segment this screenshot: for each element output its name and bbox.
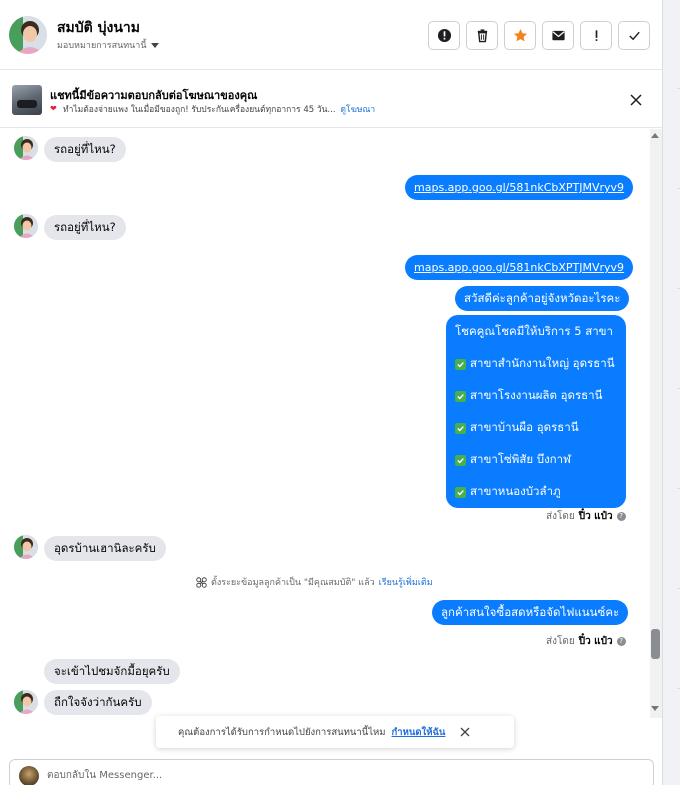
outgoing-message-link[interactable]: maps.app.goo.gl/581nkCbXPTJMVryv9 bbox=[405, 255, 634, 280]
envelope-icon bbox=[551, 30, 565, 41]
heart-icon: ❤ bbox=[50, 104, 57, 113]
assign-to-me-link[interactable]: กำหนดให้ฉัน bbox=[392, 725, 446, 740]
system-note-text: ตั้งระยะข้อมูลลูกค้าเป็น "มีคุณสมบัติ" แ… bbox=[211, 578, 375, 588]
alert-circle-icon bbox=[437, 28, 451, 43]
check-mark-icon bbox=[455, 390, 466, 402]
sent-by-label: ส่งโดย ปิ๋ว แป๋ว ? bbox=[546, 509, 626, 524]
branch-item: สาขาหนองบัวลำภู bbox=[455, 484, 616, 500]
incoming-message[interactable]: อุดรบ้านเฮานิละครับ bbox=[44, 536, 166, 561]
qualified-lead-icon bbox=[196, 576, 207, 588]
incoming-message[interactable]: รถอยู่ที่ไหน? bbox=[44, 137, 126, 162]
assign-toast: คุณต้องการได้รับการกำหนดไปยังการสนทนานี้… bbox=[156, 716, 514, 748]
close-icon bbox=[630, 94, 642, 106]
ad-description-text: ทำไมต้องจ่ายแพง ในเมื่อมีของถูก! รับประก… bbox=[63, 105, 336, 115]
delete-button[interactable] bbox=[466, 21, 498, 50]
scroll-down-arrow-icon[interactable] bbox=[651, 706, 659, 711]
help-icon[interactable]: ? bbox=[616, 637, 626, 646]
branch-item: สาขาโรงงานผลิต อุดรธานี bbox=[455, 388, 616, 404]
check-mark-icon bbox=[455, 358, 466, 370]
contact-avatar[interactable] bbox=[9, 16, 47, 54]
toast-text: คุณต้องการได้รับการกำหนดไปยังการสนทนานี้… bbox=[178, 726, 386, 738]
star-icon bbox=[513, 28, 527, 42]
branch-item: สาขาโซ่พิสัย บึงกาฬ bbox=[455, 452, 616, 468]
close-ad-banner-button[interactable] bbox=[627, 91, 645, 109]
outgoing-message[interactable]: สวัสดีค่ะลูกค้าอยู่จังหวัดอะไรคะ bbox=[455, 286, 630, 311]
scroll-up-arrow-icon[interactable] bbox=[651, 133, 659, 138]
ad-thumbnail[interactable] bbox=[12, 85, 42, 115]
scrollbar-thumb[interactable] bbox=[651, 629, 660, 659]
branch-label: สาขาหนองบัวลำภู bbox=[470, 484, 561, 498]
learn-more-link[interactable]: เรียนรู้เพิ่มเติม bbox=[379, 575, 433, 589]
sent-by-label: ส่งโดย ปิ๋ว แป๋ว ? bbox=[546, 634, 626, 649]
close-icon bbox=[460, 727, 470, 737]
branch-label: สาขาบ้านผือ อุดรธานี bbox=[470, 420, 579, 434]
branch-item: สาขาบ้านผือ อุดรธานี bbox=[455, 420, 616, 436]
chevron-down-icon bbox=[150, 42, 159, 48]
branch-label: สาขาโรงงานผลิต อุดรธานี bbox=[470, 388, 603, 402]
avatar[interactable] bbox=[14, 136, 38, 160]
star-button[interactable] bbox=[504, 21, 536, 50]
view-ad-link[interactable]: ดูโฆษณา bbox=[341, 102, 376, 116]
reply-composer bbox=[9, 759, 654, 785]
sender-name[interactable]: ปิ๋ว แป๋ว bbox=[579, 509, 613, 524]
ad-banner-description: ❤ ทำไมต้องจ่ายแพง ในเมื่อมีของถูก! รับปร… bbox=[50, 102, 375, 116]
avatar[interactable] bbox=[14, 535, 38, 559]
incoming-message[interactable]: ถืกใจจังว่ากันครับ bbox=[44, 690, 152, 715]
avatar[interactable] bbox=[14, 690, 38, 714]
done-button[interactable] bbox=[618, 21, 650, 50]
alert-button[interactable] bbox=[428, 21, 460, 50]
mark-unread-button[interactable] bbox=[542, 21, 574, 50]
check-icon bbox=[628, 31, 640, 41]
help-icon[interactable]: ? bbox=[616, 512, 626, 521]
check-mark-icon bbox=[455, 454, 466, 466]
branches-title: โชคคูณโชคมีให้บริการ 5 สาขา bbox=[455, 324, 613, 338]
sender-name[interactable]: ปิ๋ว แป๋ว bbox=[579, 634, 613, 649]
right-panel-edge bbox=[662, 0, 680, 785]
conversation-header: สมบัติ บุ่งนาม มอบหมายการสนทนานี้ bbox=[0, 0, 662, 70]
system-note: ตั้งระยะข้อมูลลูกค้าเป็น "มีคุณสมบัติ" แ… bbox=[196, 575, 433, 589]
check-mark-icon bbox=[455, 422, 466, 434]
exclamation-icon bbox=[595, 30, 597, 41]
avatar[interactable] bbox=[14, 214, 38, 238]
page-avatar bbox=[19, 766, 39, 785]
follow-up-button[interactable] bbox=[580, 21, 612, 50]
contact-name[interactable]: สมบัติ บุ่งนาม bbox=[57, 17, 140, 39]
branch-label: สาขาสำนักงานใหญ่ อุดรธานี bbox=[470, 356, 615, 370]
check-mark-icon bbox=[455, 486, 466, 498]
incoming-message[interactable]: จะเข้าไปชมจักมื้อยุครับ bbox=[44, 659, 180, 684]
branch-item: สาขาสำนักงานใหญ่ อุดรธานี bbox=[455, 356, 616, 372]
trash-icon bbox=[477, 29, 487, 43]
incoming-message[interactable]: รถอยู่ที่ไหน? bbox=[44, 215, 126, 240]
close-toast-button[interactable] bbox=[459, 726, 471, 738]
sent-by-prefix: ส่งโดย bbox=[546, 511, 575, 522]
header-toolbar bbox=[428, 21, 650, 50]
outgoing-message-branches[interactable]: โชคคูณโชคมีให้บริการ 5 สาขา สาขาสำนักงาน… bbox=[446, 315, 626, 508]
outgoing-message-link[interactable]: maps.app.goo.gl/581nkCbXPTJMVryv9 bbox=[405, 175, 634, 200]
branch-label: สาขาโซ่พิสัย บึงกาฬ bbox=[470, 452, 571, 466]
assign-label: มอบหมายการสนทนานี้ bbox=[57, 41, 147, 51]
outgoing-message[interactable]: ลูกค้าสนใจซื้อสดหรือจัดไฟแนนซ์คะ bbox=[432, 600, 629, 625]
assign-dropdown[interactable]: มอบหมายการสนทนานี้ bbox=[57, 38, 159, 52]
ad-reply-banner: แชทนี้มีข้อความตอบกลับต่อโฆษณาของคุณ ❤ ท… bbox=[0, 70, 662, 128]
sent-by-prefix: ส่งโดย bbox=[546, 636, 575, 647]
reply-input[interactable] bbox=[47, 766, 637, 784]
